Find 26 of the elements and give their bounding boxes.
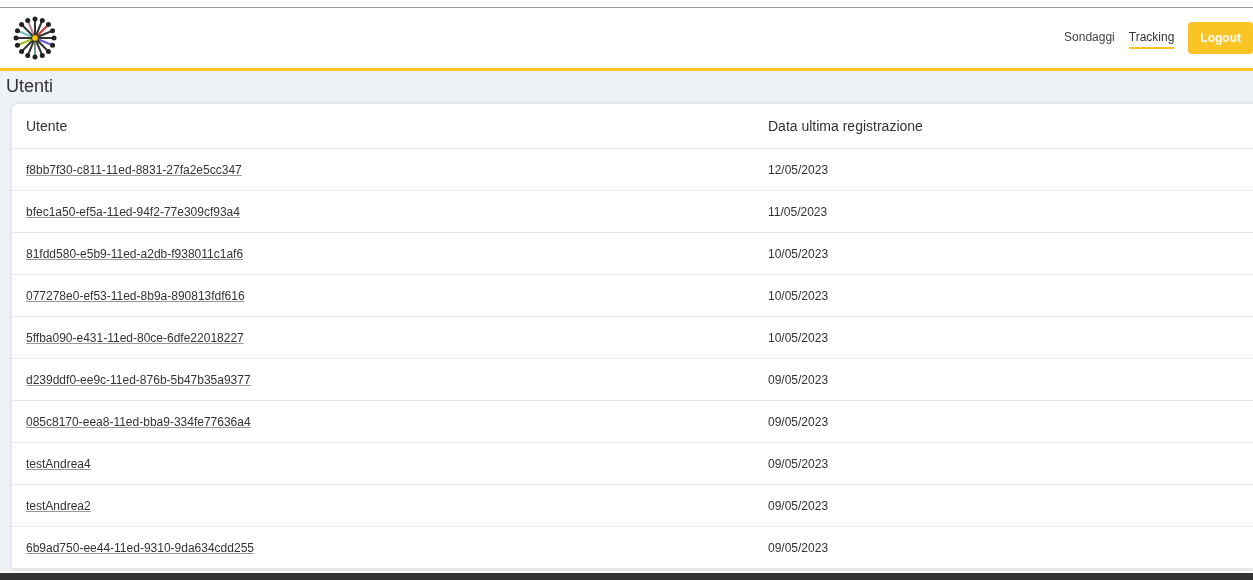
- table-cell-text: 09/05/2023: [768, 456, 830, 471]
- user-link[interactable]: 6b9ad750-ee44-11ed-9310-9da634cdd255: [26, 540, 254, 555]
- nav-link[interactable]: Tracking: [1128, 27, 1175, 49]
- table-cell-text: 12/05/2023: [768, 162, 830, 177]
- user-link[interactable]: 81fdd580-e5b9-11ed-a2db-f938011c1af6: [26, 246, 244, 261]
- table-cell-text: 09/05/2023: [768, 540, 830, 555]
- user-link[interactable]: d239ddf0-ee9c-11ed-876b-5b47b35a9377: [26, 372, 251, 387]
- table-cell-text: 10/05/2023: [768, 288, 830, 303]
- user-link[interactable]: testAndrea2: [26, 498, 91, 513]
- table-cell-text: 10/05/2023: [768, 246, 830, 261]
- table-cell-text: 11/05/2023: [768, 204, 829, 219]
- table-cell-text: 09/05/2023: [768, 498, 830, 513]
- table-cell-text: 09/05/2023: [768, 372, 830, 387]
- user-link[interactable]: testAndrea4: [26, 456, 91, 471]
- user-link[interactable]: 077278e0-ef53-11ed-8b9a-890813fdf616: [26, 288, 245, 303]
- column-header: Utente: [26, 118, 69, 134]
- table-cell-text: 09/05/2023: [768, 414, 830, 429]
- user-link[interactable]: 085c8170-eea8-11ed-bba9-334fe77636a4: [26, 414, 251, 429]
- table-cell-text: 10/05/2023: [768, 330, 830, 345]
- logo-icon: [12, 15, 58, 61]
- nav-link[interactable]: Sondaggi: [1064, 27, 1115, 49]
- user-link[interactable]: bfec1a50-ef5a-11ed-94f2-77e309cf93a4: [26, 204, 240, 219]
- column-header: Data ultima registrazione: [768, 118, 924, 134]
- user-link[interactable]: f8bb7f30-c811-11ed-8831-27fa2e5cc347: [26, 162, 242, 177]
- user-link[interactable]: 5ffba090-e431-11ed-80ce-6dfe22018227: [26, 330, 244, 345]
- page-title: Utenti: [6, 75, 54, 98]
